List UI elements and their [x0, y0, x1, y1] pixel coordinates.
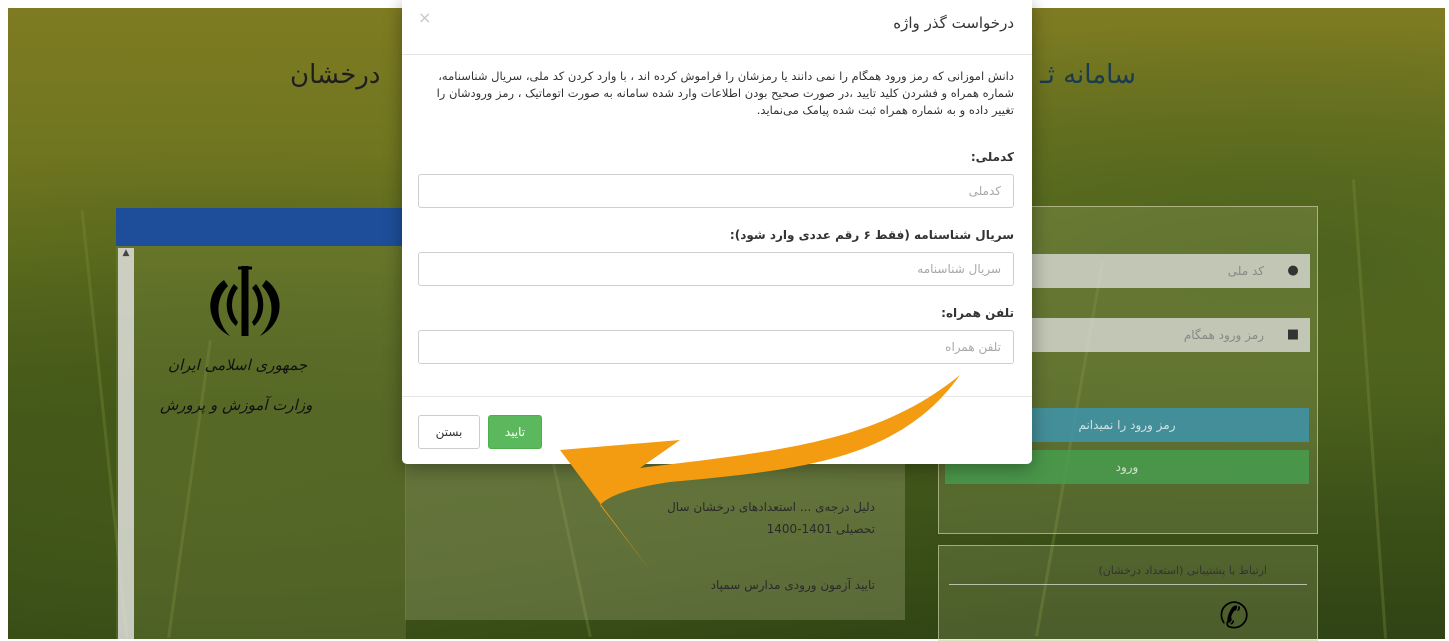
panel-header-strip	[116, 208, 406, 246]
serial-number-label: سریال شناسنامه (فقط ۶ رقم عددی وارد شود)…	[729, 228, 1014, 242]
confirm-button[interactable]: تایید	[488, 415, 542, 449]
support-contact-panel: ارتباط با پشتیبانی (استعداد درخشان) ✆	[938, 545, 1318, 641]
mobile-phone-input[interactable]	[418, 330, 1014, 364]
login-password-placeholder: رمز ورود همگام	[1183, 328, 1264, 342]
emblem-caption-country: جمهوری اسلامی ایران	[168, 356, 308, 374]
login-national-code-field[interactable]: ● کد ملی	[1030, 254, 1310, 288]
site-title-left: درخشان	[290, 60, 381, 90]
close-icon[interactable]: ×	[418, 8, 431, 27]
modal-header: درخواست گذر واژه ×	[402, 0, 1032, 55]
mobile-phone-label: تلفن همراه:	[941, 306, 1014, 320]
divider	[949, 584, 1307, 585]
orange-arrow-annotation	[560, 375, 960, 570]
modal-title: درخواست گذر واژه	[893, 14, 1014, 32]
close-button[interactable]: بستن	[418, 415, 480, 449]
login-national-code-placeholder: کد ملی	[1227, 264, 1264, 278]
site-title-right: سامانه ثـ	[1040, 60, 1136, 90]
user-icon: ●	[1287, 263, 1299, 278]
scroll-up-icon[interactable]: ▲	[118, 248, 134, 258]
iran-emblem-icon	[210, 266, 280, 336]
login-password-field[interactable]: ■ رمز ورود همگام	[1030, 318, 1310, 352]
lock-icon: ■	[1286, 327, 1300, 342]
national-code-label: کدملی:	[970, 150, 1014, 164]
support-contact-title: ارتباط با پشتیبانی (استعداد درخشان)	[1098, 564, 1267, 577]
national-code-input[interactable]	[418, 174, 1014, 208]
scrollbar[interactable]: ▲	[118, 248, 134, 639]
arrow-shape	[560, 375, 960, 570]
phone-icon: ✆	[1219, 596, 1250, 637]
emblem-caption-ministry: وزارت آموزش و پرورش	[160, 396, 313, 414]
serial-number-input[interactable]	[418, 252, 1014, 286]
modal-description: دانش اموزانی که رمز ورود همگام را نمی دا…	[436, 69, 1014, 117]
